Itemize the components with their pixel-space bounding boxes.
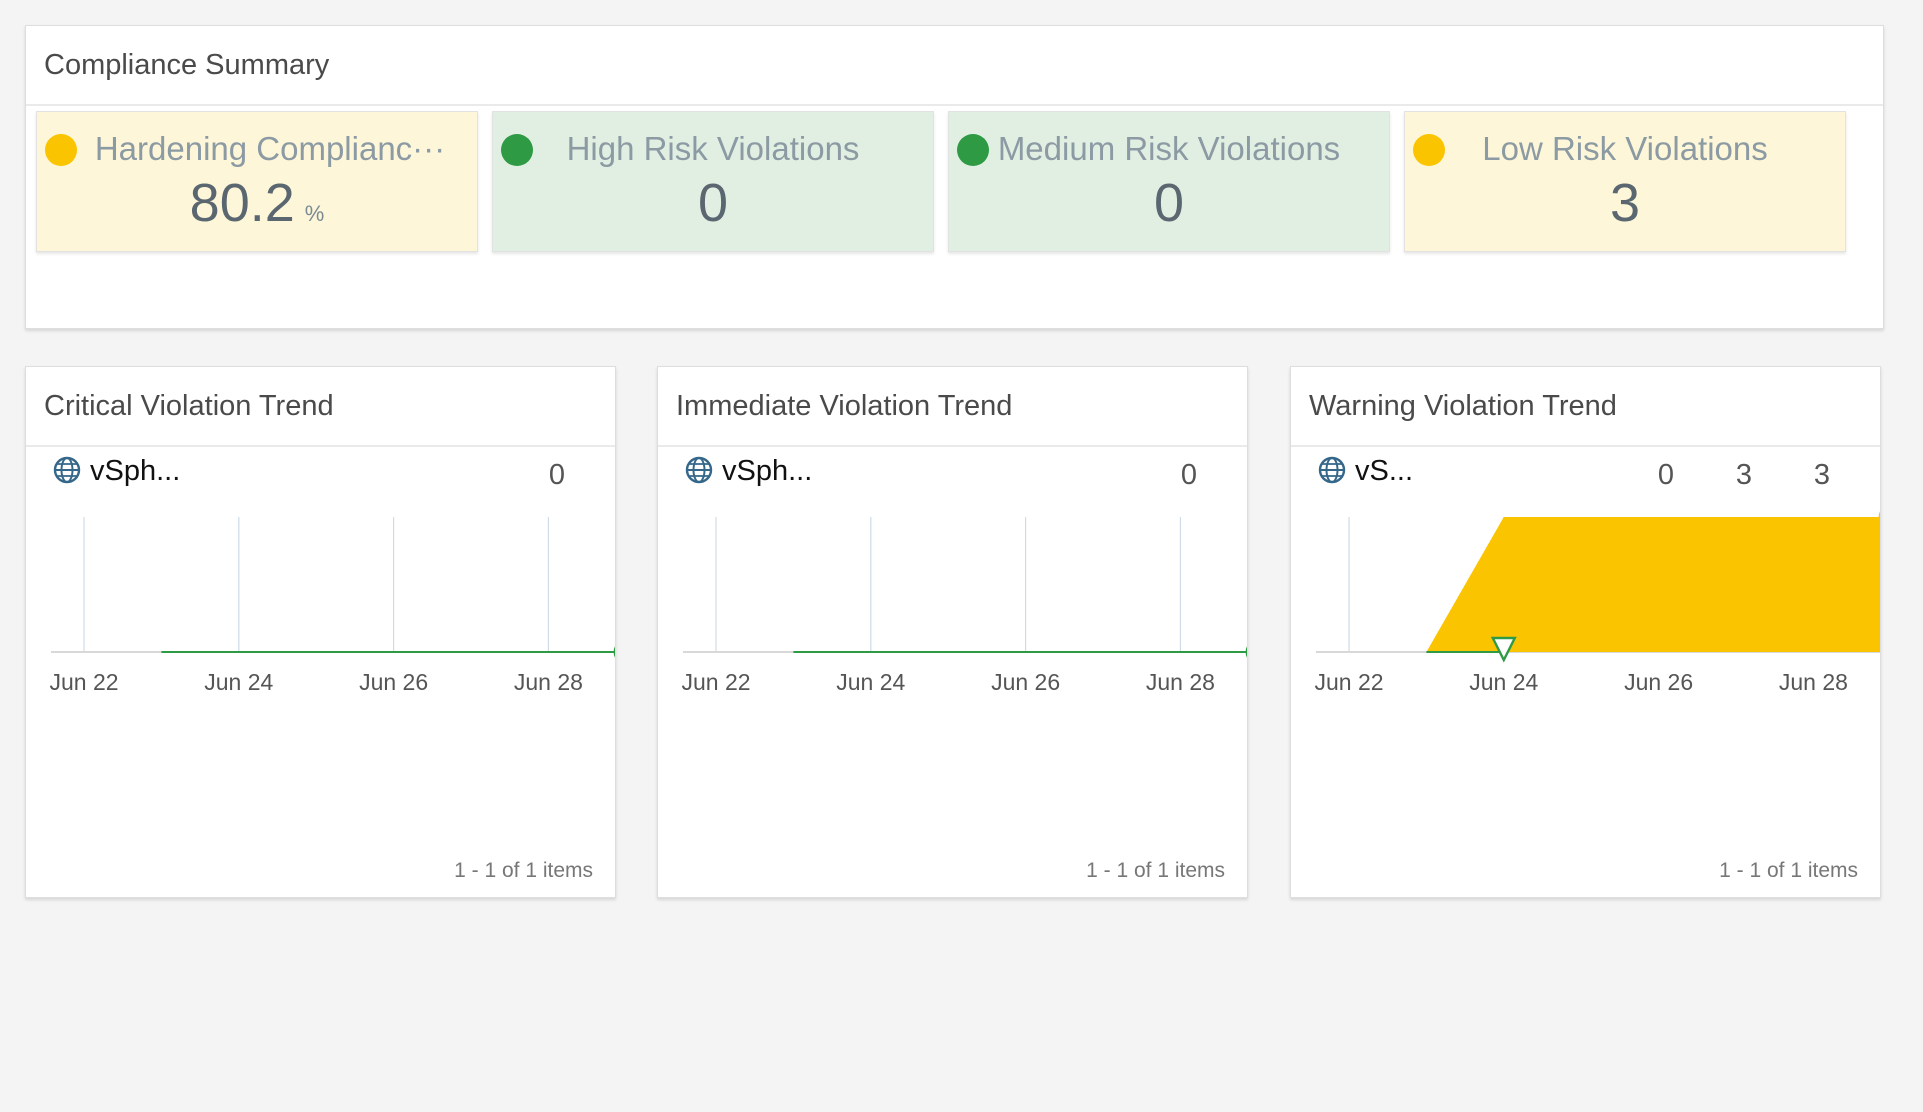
immediate-violation-trend-panel: Immediate Violation Trend vSph... 0 Jun … <box>657 366 1248 898</box>
trend-chart[interactable]: Jun 22 Jun 24 Jun 26 Jun 28 <box>658 497 1247 797</box>
x-tick-label: Jun 24 <box>836 669 905 695</box>
panel-title: Immediate Violation Trend <box>658 367 1247 447</box>
hardening-compliance-tile[interactable]: Hardening Complianc··· 80.2% <box>36 111 478 252</box>
resource-name: vSph... <box>90 455 181 487</box>
x-tick-label: Jun 22 <box>681 669 750 695</box>
legend-row[interactable]: vS... 0 3 3 <box>1317 455 1840 495</box>
resource-name: vSph... <box>722 455 813 487</box>
tile-value: 3 <box>1609 173 1641 233</box>
globe-icon <box>1318 456 1346 484</box>
tile-label: Hardening Complianc··· <box>94 130 446 167</box>
legend-row[interactable]: vSph... 0 <box>684 455 1207 495</box>
legend-value: 0 <box>1180 459 1197 491</box>
trend-chart[interactable]: Jun 22 Jun 24 Jun 26 Jun 28 <box>1291 497 1880 797</box>
tile-value-number: 80.2 <box>189 173 295 233</box>
x-tick-label: Jun 28 <box>1779 669 1848 695</box>
pagination-info: 1 - 1 of 1 items <box>1086 859 1225 882</box>
pagination-info: 1 - 1 of 1 items <box>454 859 593 882</box>
series-area <box>1426 517 1880 652</box>
legend-value: 3 <box>1813 459 1830 491</box>
low-risk-violations-tile[interactable]: Low Risk Violations 3 <box>1404 111 1846 252</box>
tile-value: 80.2% <box>37 172 477 234</box>
tile-label: Low Risk Violations <box>1482 130 1768 167</box>
x-tick-label: Jun 26 <box>991 669 1060 695</box>
tile-value: 0 <box>1153 173 1185 233</box>
globe-icon <box>53 456 81 484</box>
x-tick-label: Jun 26 <box>359 669 428 695</box>
tile-label: Medium Risk Violations <box>997 130 1341 167</box>
warning-violation-trend-panel: Warning Violation Trend vS... 0 3 3 Jun … <box>1290 366 1881 898</box>
x-tick-label: Jun 22 <box>1314 669 1383 695</box>
resource-name: vS... <box>1355 455 1414 487</box>
tile-label: High Risk Violations <box>566 130 860 167</box>
x-tick-label: Jun 24 <box>204 669 273 695</box>
globe-icon <box>685 456 713 484</box>
high-risk-violations-tile[interactable]: High Risk Violations 0 <box>492 111 934 252</box>
pagination-info: 1 - 1 of 1 items <box>1719 859 1858 882</box>
trend-chart[interactable]: Jun 22 Jun 24 Jun 26 Jun 28 <box>26 497 615 797</box>
legend-value: 0 <box>548 459 565 491</box>
medium-risk-violations-tile[interactable]: Medium Risk Violations 0 <box>948 111 1390 252</box>
x-tick-label: Jun 28 <box>514 669 583 695</box>
x-tick-label: Jun 28 <box>1146 669 1215 695</box>
x-tick-label: Jun 24 <box>1469 669 1538 695</box>
tile-value: 0 <box>697 173 729 233</box>
legend-value: 0 <box>1657 459 1674 491</box>
compliance-summary-panel: Compliance Summary Hardening Complianc··… <box>25 25 1884 329</box>
x-tick-label: Jun 26 <box>1624 669 1693 695</box>
legend-value: 3 <box>1735 459 1752 491</box>
tile-unit: % <box>304 201 325 226</box>
panel-title: Warning Violation Trend <box>1291 367 1880 447</box>
legend-row[interactable]: vSph... 0 <box>52 455 575 495</box>
x-tick-label: Jun 22 <box>49 669 118 695</box>
critical-violation-trend-panel: Critical Violation Trend vSph... 0 Jun 2… <box>25 366 616 898</box>
panel-title: Critical Violation Trend <box>26 367 615 447</box>
panel-title: Compliance Summary <box>26 26 1883 106</box>
